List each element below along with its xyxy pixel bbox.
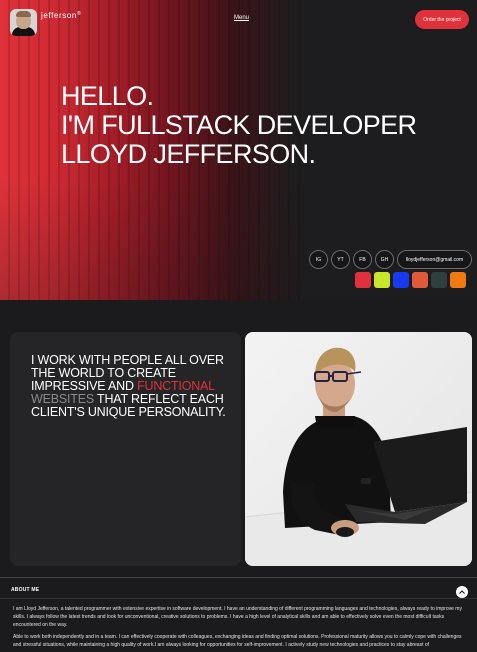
color-swatches [355,272,466,288]
brand-name: jefferson [41,11,77,20]
avatar [10,9,37,36]
hero-section: jefferson® Menu Order the project HELLO.… [0,0,477,300]
swatch-coral[interactable] [412,272,428,288]
headline-line-2: I'M FULLSTACK DEVELOPER [61,110,417,140]
swatch-orange[interactable] [450,272,466,288]
brand[interactable]: jefferson® [10,9,81,36]
instagram-link[interactable]: IG [309,250,328,269]
developer-illustration [245,332,472,566]
about-paragraph-2: Able to work both independently and in a… [13,634,462,648]
youtube-link[interactable]: YT [331,250,350,269]
email-link[interactable]: lloydjefferson@gmail.com [397,250,472,269]
headline-line-3: LLOYD JEFFERSON. [61,139,316,169]
swatch-blue[interactable] [393,272,409,288]
order-project-button[interactable]: Order the project [415,10,469,29]
menu-link[interactable]: Menu [234,15,249,21]
about-title: ABOUT ME [11,587,40,593]
swatch-lime[interactable] [374,272,390,288]
facebook-link[interactable]: FB [353,250,372,269]
github-link[interactable]: GH [375,250,394,269]
brand-mark: ® [76,11,82,17]
about-header[interactable]: ABOUT ME [0,577,477,599]
swatch-dark-teal[interactable] [431,272,447,288]
hero-headline: HELLO. I'M FULLSTACK DEVELOPER LLOYD JEF… [61,81,417,169]
statement-text: I WORK WITH PEOPLE ALL OVER THE WORLD TO… [31,354,231,419]
about-body: I am Lloyd Jefferson, a talented program… [13,605,468,652]
chevron-up-icon[interactable] [456,586,468,598]
headline-line-1: HELLO. [61,81,154,111]
swatch-red[interactable] [355,272,371,288]
statement-card: I WORK WITH PEOPLE ALL OVER THE WORLD TO… [10,332,241,566]
about-paragraph-1: I am Lloyd Jefferson, a talented program… [13,606,462,628]
social-links: IG YT FB GH lloydjefferson@gmail.com [309,250,472,269]
statement-highlight-functional: FUNCTIONAL [137,379,215,393]
developer-photo [245,332,472,566]
statement-highlight-websites: WEBSITES [31,392,94,406]
